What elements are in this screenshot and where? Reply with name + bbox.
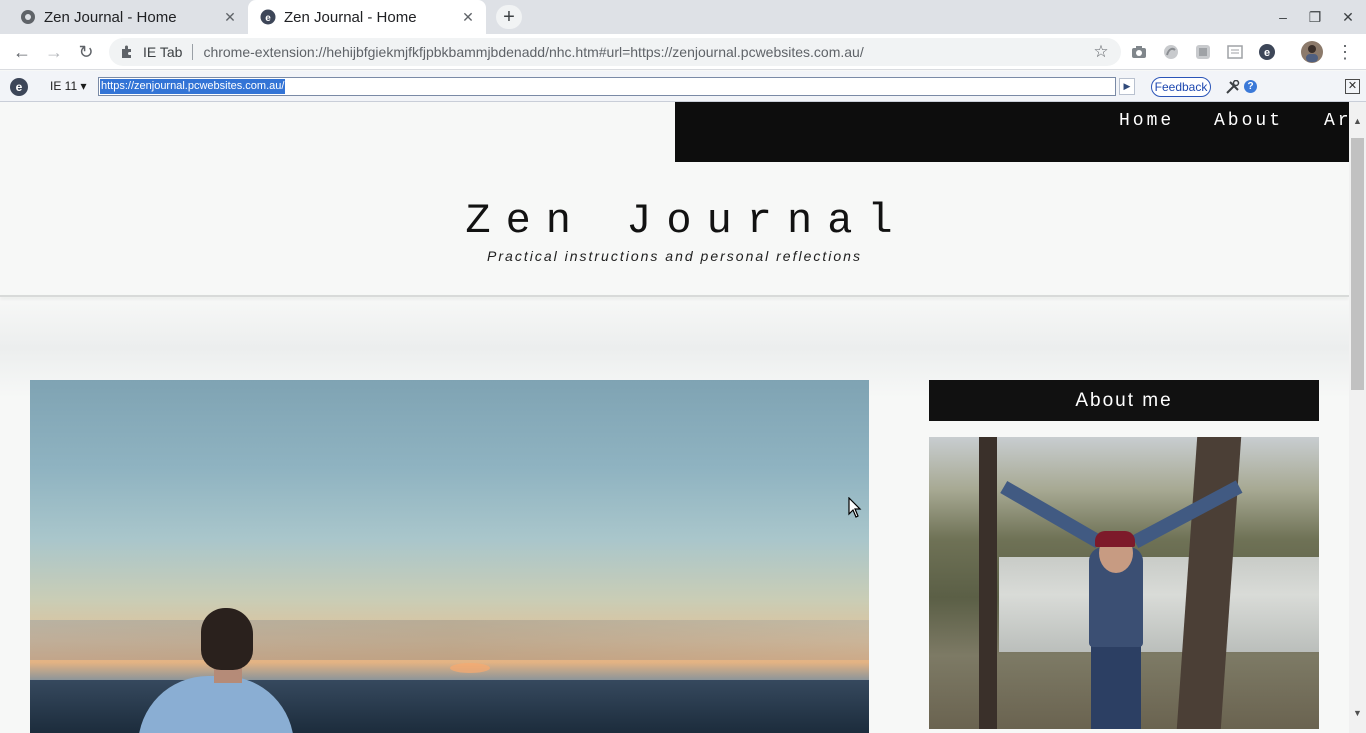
ie-tab-logo-icon[interactable]: e (10, 78, 28, 96)
nav-link-about[interactable]: About (1214, 111, 1283, 131)
web-page: Home About Ar Zen Journal Practical inst… (0, 102, 1349, 733)
photo-person-arm (1000, 480, 1103, 549)
tab-zen-journal-active[interactable]: e Zen Journal - Home ✕ (248, 0, 486, 34)
extension-label: IE Tab (143, 44, 183, 60)
site-title[interactable]: Zen Journal (0, 197, 1349, 245)
close-window-icon[interactable]: ✕ (1336, 6, 1360, 28)
mouse-cursor-icon (848, 497, 862, 518)
scroll-thumb[interactable] (1351, 138, 1364, 390)
maximize-icon[interactable]: ❐ (1303, 6, 1327, 28)
close-ie-bar-icon[interactable]: ✕ (1345, 79, 1360, 94)
hero-person-head (201, 608, 253, 670)
hero-sunset-image (30, 380, 869, 733)
reader-icon[interactable] (1226, 43, 1244, 61)
header-divider (0, 295, 1349, 297)
svg-text:e: e (265, 13, 271, 24)
go-arrow-icon[interactable]: ▶ (1119, 78, 1135, 95)
ie-version-dropdown[interactable]: IE 11 ▾ (50, 79, 87, 93)
scroll-down-arrow-icon[interactable]: ▼ (1349, 704, 1366, 721)
photo-river (999, 557, 1319, 652)
forward-icon[interactable]: → (42, 40, 66, 64)
address-url[interactable]: chrome-extension://hehijbfgiekmjfkfjpbkb… (203, 44, 1089, 60)
tab-strip: Zen Journal - Home ✕ e Zen Journal - Hom… (0, 0, 1366, 34)
tab-zen-journal-inactive[interactable]: Zen Journal - Home ✕ (8, 0, 248, 34)
extension-grid-icon[interactable] (1194, 43, 1212, 61)
puzzle-icon (119, 44, 135, 60)
site-tagline: Practical instructions and personal refl… (487, 248, 862, 264)
minimize-icon[interactable]: – (1271, 6, 1295, 28)
scroll-up-arrow-icon[interactable]: ▲ (1349, 112, 1366, 129)
nav-link-home[interactable]: Home (1119, 111, 1174, 131)
address-bar[interactable]: IE Tab chrome-extension://hehijbfgiekmjf… (109, 38, 1121, 66)
feedback-button[interactable]: Feedback (1151, 77, 1211, 97)
photo-tree-trunk (979, 437, 997, 729)
tools-icon[interactable] (1224, 79, 1240, 95)
tab-close-icon[interactable]: ✕ (458, 7, 478, 27)
omnibox-divider (192, 44, 194, 60)
about-me-photo (929, 437, 1319, 729)
ie-tab-extension-icon[interactable]: e (1258, 43, 1276, 61)
profile-avatar[interactable] (1301, 41, 1323, 63)
help-icon[interactable]: ? (1244, 80, 1257, 93)
tab-close-icon[interactable]: ✕ (220, 7, 240, 27)
new-tab-button[interactable]: + (496, 5, 522, 29)
photo-person-cap (1095, 531, 1135, 547)
chrome-menu-icon[interactable]: ⋮ (1336, 42, 1354, 62)
ie-tab-bar: e IE 11 ▾ https://zenjournal.pcwebsites.… (0, 71, 1366, 102)
bookmark-star-icon[interactable]: ☆ (1089, 40, 1113, 64)
camera-icon[interactable] (1130, 43, 1148, 61)
page-scrollbar[interactable]: ▲ ▼ (1349, 102, 1366, 733)
hero-clouds (30, 620, 869, 660)
reload-icon[interactable]: ↻ (74, 40, 98, 64)
ie-address-selected-text: https://zenjournal.pcwebsites.com.au/ (100, 79, 286, 94)
svg-text:e: e (1264, 47, 1270, 59)
tab-title: Zen Journal - Home (284, 8, 417, 26)
ie-address-input[interactable]: https://zenjournal.pcwebsites.com.au/ (98, 77, 1116, 96)
browser-toolbar: ← → ↻ IE Tab chrome-extension://hehijbfg… (0, 34, 1366, 70)
extension-puzzle-icon (20, 9, 36, 25)
nav-link-archive[interactable]: Ar (1324, 111, 1349, 131)
back-icon[interactable]: ← (10, 40, 34, 64)
tab-title: Zen Journal - Home (44, 8, 177, 26)
site-nav-bar: Home About Ar (675, 102, 1349, 162)
photo-person-legs (1091, 642, 1141, 729)
about-me-heading: About me (929, 380, 1319, 421)
hero-sun-glow (450, 663, 490, 673)
ie-tab-icon: e (260, 9, 276, 25)
extension-swirl-icon[interactable] (1162, 43, 1180, 61)
